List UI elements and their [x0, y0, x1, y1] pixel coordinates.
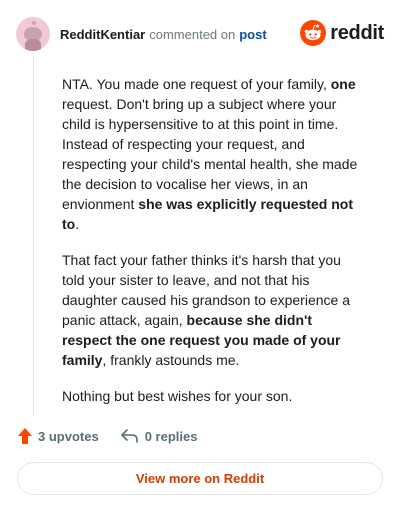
comment-meta: RedditKentiar commented on post: [60, 27, 267, 42]
text-segment: request. Don't bring up a subject where …: [62, 96, 358, 212]
comment-paragraph: That fact your father thinks it's harsh …: [62, 250, 362, 370]
comment-paragraph: Nothing but best wishes for your son.: [62, 386, 362, 406]
reply-count: 0 replies: [144, 428, 198, 444]
thread-line: [33, 56, 34, 416]
text-segment: .: [75, 216, 80, 232]
replies-button[interactable]: 0 replies: [120, 428, 198, 444]
upvote-button[interactable]: 3 upvotes: [18, 428, 99, 444]
comment-header: RedditKentiar commented on post reddit: [16, 16, 384, 52]
avatar[interactable]: [16, 17, 50, 51]
comment-actions: 3 upvotes 0 replies: [18, 428, 219, 444]
reddit-brand[interactable]: reddit: [300, 20, 384, 46]
text-segment: , frankly astounds me.: [102, 352, 240, 368]
comment-paragraph: NTA. You made one request of your family…: [62, 74, 362, 234]
reddit-wordmark: reddit: [330, 21, 384, 44]
view-more-button[interactable]: View more on Reddit: [17, 462, 383, 495]
bold-text: one: [330, 76, 356, 92]
username-link[interactable]: RedditKentiar: [60, 27, 145, 42]
text-segment: Nothing but best wishes for your son.: [62, 388, 293, 404]
upvote-count: 3 upvotes: [38, 428, 99, 444]
upvote-arrow-icon: [18, 428, 32, 444]
comment-body: NTA. You made one request of your family…: [62, 74, 362, 422]
reddit-logo-icon: [300, 20, 327, 46]
text-segment: NTA. You made one request of your family…: [62, 76, 331, 92]
action-text: commented on: [149, 26, 236, 42]
avatar-antenna: [32, 21, 36, 25]
reply-arrow-icon: [120, 429, 138, 443]
avatar-body: [25, 39, 41, 51]
reddit-comment-card: RedditKentiar commented on post reddit N…: [0, 0, 400, 512]
post-link[interactable]: post: [239, 27, 266, 42]
